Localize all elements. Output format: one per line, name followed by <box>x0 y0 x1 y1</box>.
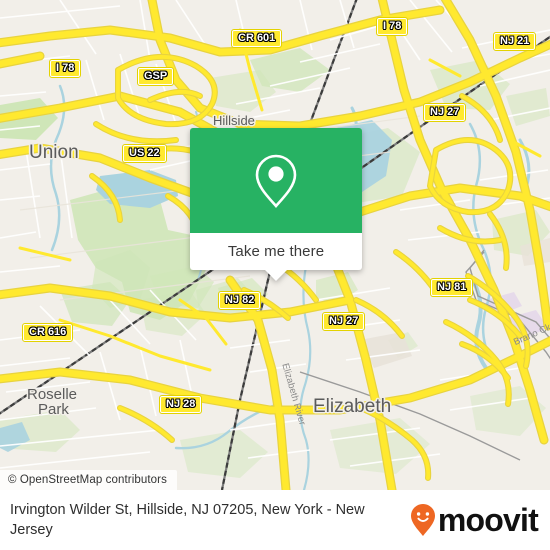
popup-pin-area <box>190 128 362 233</box>
place-label-park: Park <box>38 401 69 418</box>
place-label-elizabeth: Elizabeth <box>313 396 392 417</box>
road-shield-cr-616: CR 616 <box>21 323 74 342</box>
take-me-there-button[interactable]: Take me there <box>190 233 362 281</box>
moovit-wordmark: moovit <box>437 502 539 538</box>
road-shield-nj-27-mid: NJ 27 <box>321 312 366 331</box>
road-shield-i-78-left: I 78 <box>48 59 82 78</box>
road-shield-nj-81: NJ 81 <box>429 278 474 297</box>
road-shield-nj-82: NJ 82 <box>217 291 262 310</box>
road-shield-gsp: GSP <box>136 67 175 86</box>
road-shield-cr-601: CR 601 <box>230 29 283 48</box>
moovit-logo[interactable]: moovit <box>410 503 550 537</box>
address-text: Irvington Wilder St, Hillside, NJ 07205,… <box>10 502 365 538</box>
take-me-there-label: Take me there <box>227 243 325 260</box>
road-shield-nj-28: NJ 28 <box>158 395 203 414</box>
footer-bar: Irvington Wilder St, Hillside, NJ 07205,… <box>0 490 550 550</box>
place-label-hillside: Hillside <box>213 113 255 128</box>
moovit-smiley-pin-icon <box>410 504 435 536</box>
road-shield-i-78-top: I 78 <box>375 17 409 36</box>
map-popup-card[interactable]: Take me there <box>190 128 362 281</box>
place-label-union: Union <box>29 142 79 163</box>
location-pin-icon <box>255 154 297 208</box>
road-shield-us-22: US 22 <box>122 144 167 163</box>
road-shield-nj-21: NJ 21 <box>492 32 537 51</box>
road-shield-nj-27-top: NJ 27 <box>422 103 467 122</box>
popup-tail <box>265 270 287 281</box>
screenshot-root: .hw { stroke:#ffe92f; fill:none; stroke-… <box>0 0 550 550</box>
map-canvas[interactable]: .hw { stroke:#ffe92f; fill:none; stroke-… <box>0 0 550 490</box>
osm-attribution[interactable]: © OpenStreetMap contributors <box>0 470 177 490</box>
